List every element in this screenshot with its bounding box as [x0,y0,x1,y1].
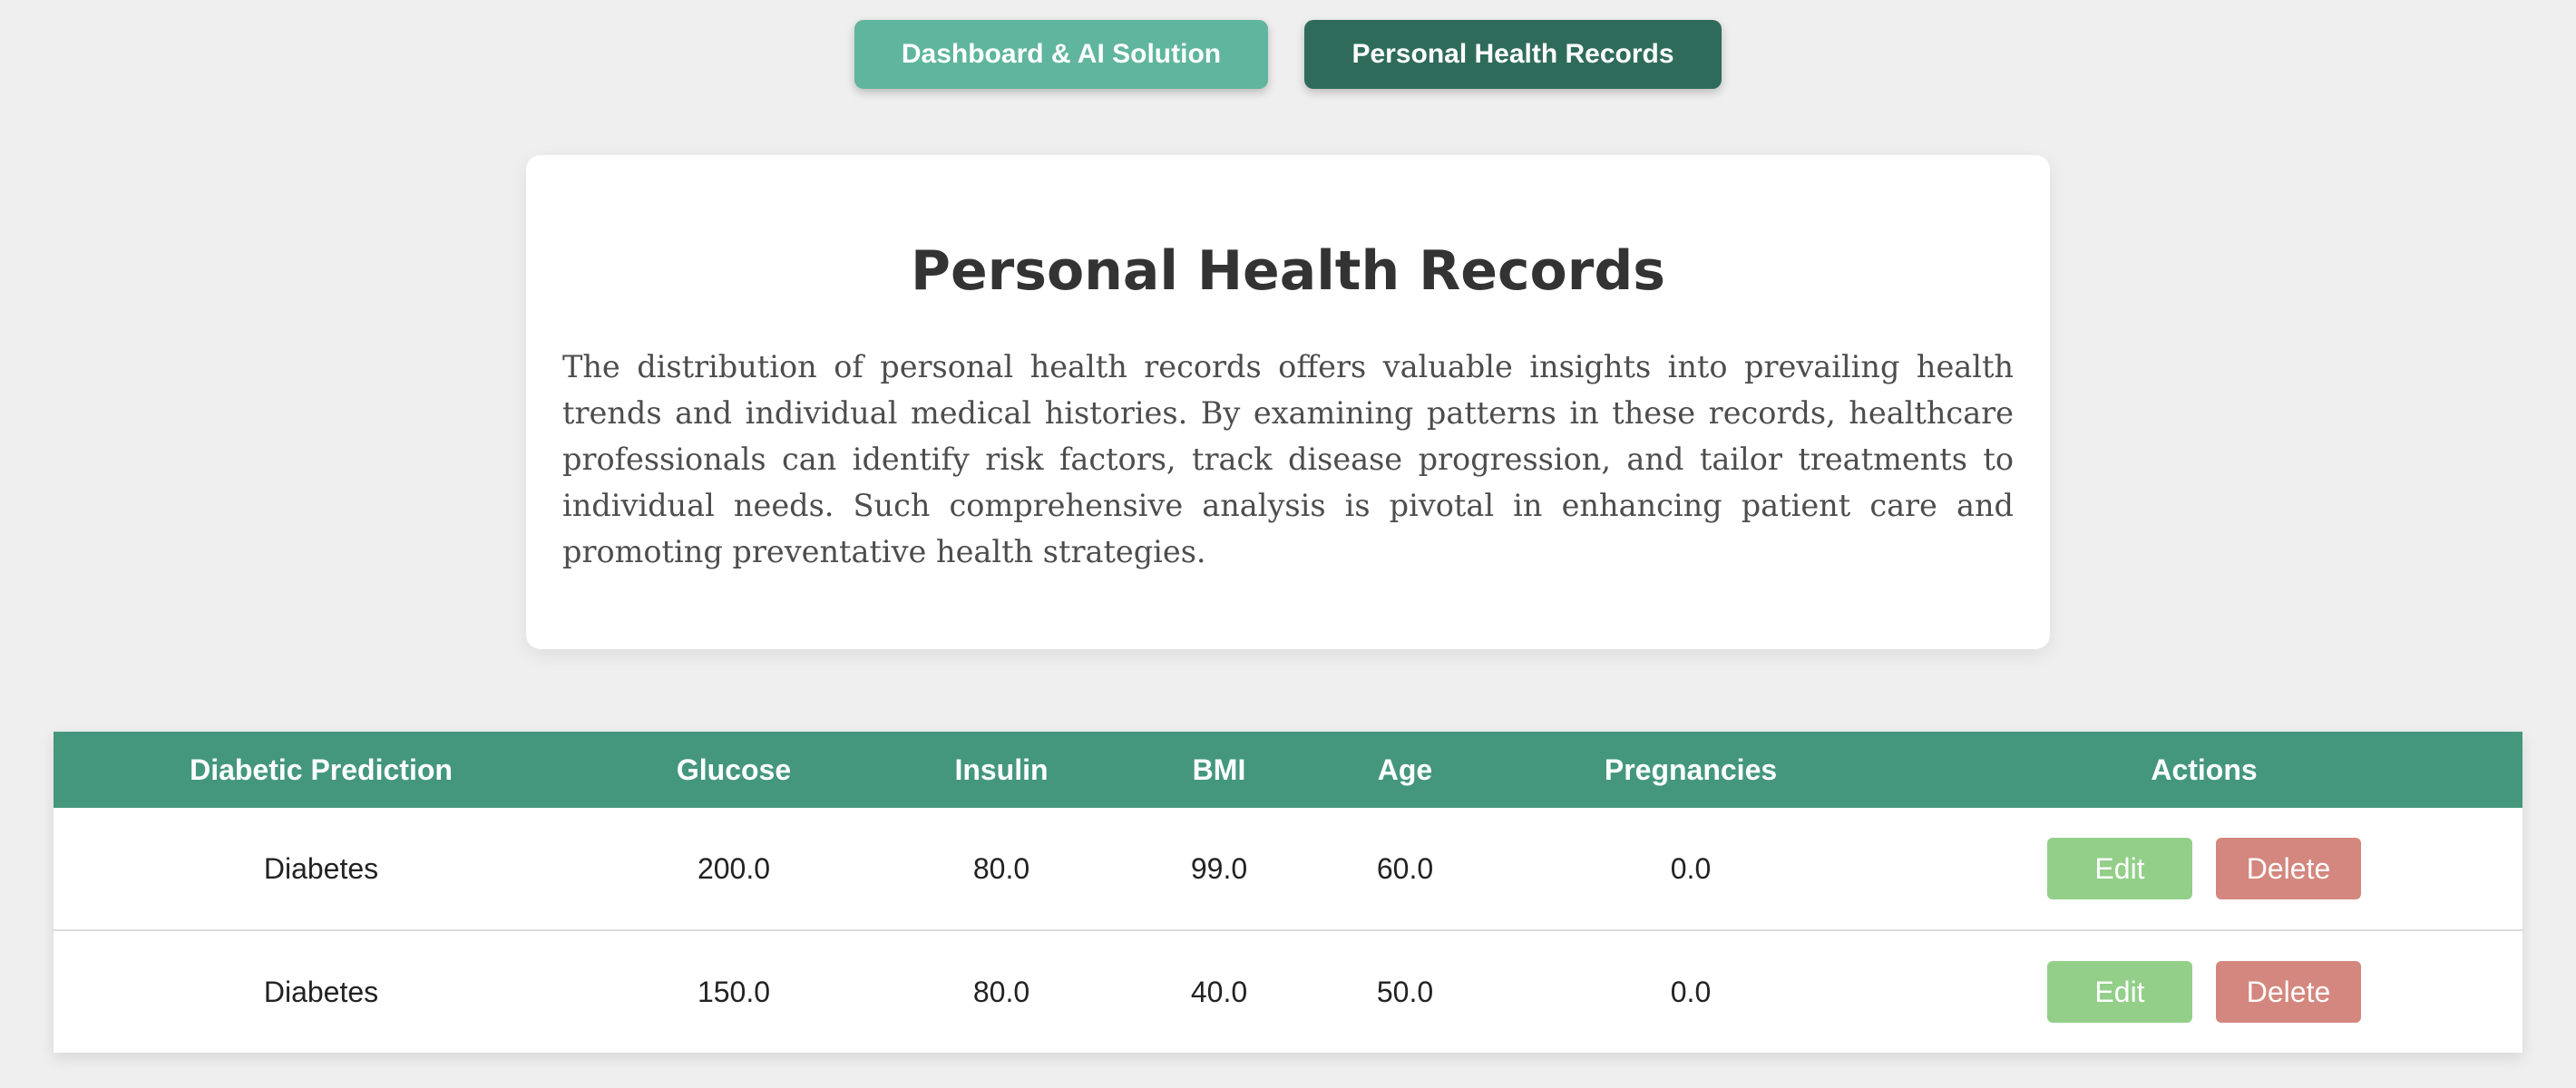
cell-bmi: 99.0 [1190,851,1248,885]
table-row: Diabetes 150.0 80.0 40.0 50.0 0.0 Edit D… [54,929,2522,1053]
dashboard-ai-solution-button[interactable]: Dashboard & AI Solution [854,20,1268,89]
row-actions: Edit Delete [1886,961,2522,1023]
table-body: Diabetes 200.0 80.0 99.0 60.0 0.0 Edit D… [54,808,2522,1053]
cell-bmi: 40.0 [1124,929,1314,1053]
column-header-bmi: BMI [1192,753,1246,786]
intro-description: The distribution of personal health reco… [562,349,2014,569]
delete-button[interactable]: Delete [2216,838,2361,899]
column-header-diabetic-prediction: Diabetic Prediction [190,753,453,786]
cell-age: 50.0 [1314,929,1496,1053]
cell-prediction: Diabetes [54,929,589,1053]
table-row: Diabetes 200.0 80.0 99.0 60.0 0.0 Edit D… [54,808,2522,930]
column-header-actions: Actions [2151,753,2258,786]
cell-pregnancies: 0.0 [1670,851,1712,885]
cell-insulin: 80.0 [879,929,1124,1053]
column-header-insulin: Insulin [954,753,1049,786]
table-header-row: Diabetic Prediction Glucose Insulin BMI … [54,732,2522,808]
cell-insulin: 80.0 [972,851,1030,885]
column-header-pregnancies: Pregnancies [1604,753,1778,786]
row-actions: Edit Delete [1886,838,2522,899]
health-records-table-container: Diabetic Prediction Glucose Insulin BMI … [54,732,2522,1053]
cell-glucose: 150.0 [589,929,879,1053]
delete-button[interactable]: Delete [2216,961,2361,1023]
cell-glucose: 200.0 [697,851,771,885]
edit-button[interactable]: Edit [2047,961,2192,1023]
cell-prediction: Diabetes [263,851,379,885]
column-header-age: Age [1377,753,1433,786]
cell-actions: Edit Delete [1886,929,2522,1053]
top-navigation: Dashboard & AI Solution Personal Health … [0,20,2576,89]
edit-button[interactable]: Edit [2047,838,2192,899]
table-header: Diabetic Prediction Glucose Insulin BMI … [54,732,2522,808]
page-title: Personal Health Records [910,239,1666,303]
personal-health-records-button[interactable]: Personal Health Records [1304,20,1722,89]
cell-actions: Edit Delete [1886,808,2522,930]
cell-pregnancies: 0.0 [1496,929,1886,1053]
cell-age: 60.0 [1376,851,1434,885]
health-records-table: Diabetic Prediction Glucose Insulin BMI … [54,732,2522,1053]
column-header-glucose: Glucose [676,753,792,786]
intro-card: Personal Health Records The distribution… [526,155,2050,649]
